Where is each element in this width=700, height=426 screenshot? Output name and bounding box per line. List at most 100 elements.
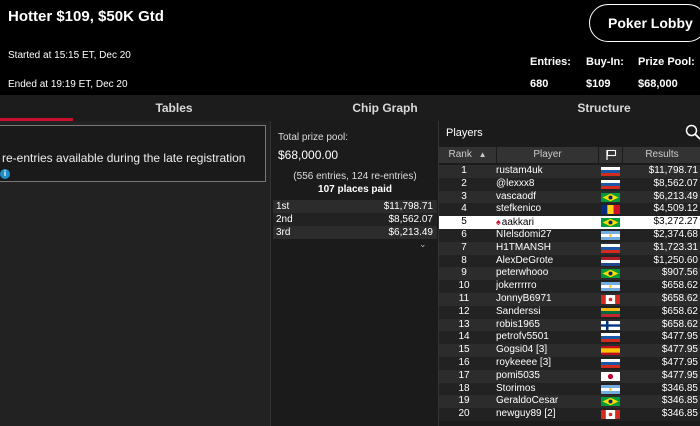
sort-up-icon: ▲ — [478, 150, 487, 159]
payout-row: 3rd $6,213.49 — [273, 226, 437, 239]
player-row[interactable]: 3 vascaodf $6,213.49 — [439, 190, 700, 204]
payout-amount: $8,562.07 — [388, 214, 434, 225]
end-time: Ended at 19:19 ET, Dec 20 — [8, 79, 128, 90]
main-content: re-entries available during the late reg… — [0, 121, 700, 426]
flag-es-icon — [601, 346, 620, 356]
player-row[interactable]: 8 AlexDeGrote $1,250.60 — [439, 254, 700, 268]
flag-ru-icon — [601, 243, 620, 253]
flag-br-icon — [601, 192, 620, 202]
info-icon[interactable]: i — [0, 169, 10, 179]
player-rank: 18 — [458, 382, 470, 394]
player-rank: 14 — [458, 331, 470, 343]
player-row[interactable]: 20 newguy89 [2] $346.85 — [439, 408, 700, 421]
player-result: $8,562.07 — [653, 177, 699, 189]
entries-stat: Entries: 680 — [530, 56, 571, 90]
player-name: GeraldoCesar — [496, 395, 559, 407]
player-row[interactable]: 10 jokerrrrro $658.62 — [439, 280, 700, 293]
player-name: NIelsdomi27 — [496, 228, 552, 240]
player-name: rustam4uk — [496, 165, 543, 176]
player-name-cell: roykeeee [3] — [496, 357, 596, 370]
player-rank: 10 — [458, 280, 470, 292]
player-result: $907.56 — [661, 267, 698, 279]
player-result: $11,798.71 — [648, 165, 698, 176]
player-name-cell: vascaodf — [496, 191, 596, 204]
player-row[interactable]: 1 rustam4uk $11,798.71 — [439, 165, 700, 178]
payout-place: 1st — [276, 201, 290, 212]
player-result: $2,374.68 — [653, 228, 699, 240]
prize-pool-label: Prize Pool: — [638, 56, 695, 68]
player-row[interactable]: 2 @lexxx8 $8,562.07 — [439, 177, 700, 191]
poker-lobby-button[interactable]: Poker Lobby — [589, 4, 700, 42]
tab-chip-graph[interactable]: Chip Graph — [270, 95, 500, 121]
column-flag[interactable] — [599, 147, 622, 163]
player-row[interactable]: 9 peterwhooo $907.56 — [439, 267, 700, 281]
player-result: $346.85 — [661, 382, 698, 394]
player-row[interactable]: 11 JonnyB6971 $658.62 — [439, 292, 700, 306]
payout-table: 1st $11,798.71 2nd $8,562.07 3rd $6,213.… — [273, 200, 437, 239]
player-row[interactable]: 12 Sanderssi $658.62 — [439, 305, 700, 319]
prize-panel: Total prize pool: $68,000.00 (556 entrie… — [270, 121, 438, 426]
column-player[interactable]: Player — [497, 147, 598, 163]
player-name-cell: Storimos — [496, 383, 596, 396]
player-result: $477.95 — [661, 356, 698, 368]
payout-amount: $11,798.71 — [383, 201, 433, 212]
player-name: peterwhooo — [496, 267, 549, 279]
player-row[interactable]: 4 stefkenico $4,509.12 — [439, 203, 700, 217]
total-prize-value: $68,000.00 — [278, 148, 339, 162]
entries-value: 680 — [530, 78, 549, 90]
player-result: $6,213.49 — [653, 190, 699, 202]
search-icon[interactable] — [685, 124, 700, 140]
player-name-cell: rustam4uk — [496, 165, 596, 178]
column-rank[interactable]: Rank ▲ — [439, 147, 496, 163]
tournament-title: Hotter $109, $50K Gtd — [8, 8, 164, 25]
tournament-header: Hotter $109, $50K Gtd Started at 15:15 E… — [0, 0, 700, 95]
player-name: JonnyB6971 — [496, 292, 552, 304]
entries-breakdown: (556 entries, 124 re-entries) — [293, 171, 417, 182]
player-name-cell: NIelsdomi27 — [496, 229, 596, 242]
flag-ar-icon — [601, 230, 620, 240]
flag-br-icon — [601, 397, 620, 407]
player-list: 1 rustam4uk $11,798.71 2 @lexxx8 $8,562.07 3 va… — [439, 165, 700, 421]
player-row[interactable]: 6 NIelsdomi27 $2,374.68 — [439, 228, 700, 242]
player-row[interactable]: 18 Storimos $346.85 — [439, 382, 700, 396]
player-name: aakkari — [501, 217, 535, 229]
player-row[interactable]: 13 robis1965 $658.62 — [439, 318, 700, 332]
player-rank: 9 — [461, 267, 467, 279]
player-rank: 3 — [461, 190, 467, 202]
payout-place: 2nd — [276, 214, 293, 225]
flag-ar-icon — [601, 384, 620, 394]
player-name: stefkenico — [496, 203, 542, 215]
player-result: $3,272.27 — [653, 216, 699, 228]
payout-row: 2nd $8,562.07 — [273, 213, 437, 226]
player-row[interactable]: 16 roykeeee [3] $477.95 — [439, 356, 700, 370]
column-results[interactable]: Results — [623, 147, 700, 163]
player-name-cell: jokerrrrro — [496, 280, 596, 293]
player-row[interactable]: 19 GeraldoCesar $346.85 — [439, 395, 700, 409]
player-row[interactable]: 5 ♠aakkari $3,272.27 — [439, 216, 700, 229]
player-name: petrofv5501 — [496, 331, 549, 343]
player-row[interactable]: 15 Gogsi04 [3] $477.95 — [439, 344, 700, 357]
player-name: Gogsi04 [3] — [496, 344, 548, 356]
payout-row: 1st $11,798.71 — [273, 200, 437, 213]
flag-br-icon — [601, 218, 620, 228]
player-result: $1,250.60 — [653, 254, 699, 266]
tab-structure[interactable]: Structure — [500, 95, 700, 121]
flag-ro-icon — [601, 205, 620, 215]
player-name-cell: robis1965 — [496, 319, 596, 332]
player-name: newguy89 [2] — [496, 408, 556, 420]
spade-icon: ♠ — [496, 217, 501, 228]
player-rank: 12 — [458, 305, 470, 317]
buyin-stat: Buy-In: $109 — [586, 56, 624, 90]
player-result: $477.95 — [661, 369, 698, 381]
flag-jp-icon — [601, 371, 620, 381]
player-row[interactable]: 14 petrofv5501 $477.95 — [439, 331, 700, 345]
player-name-cell: GeraldoCesar — [496, 395, 596, 408]
player-row[interactable]: 7 H1TMANSH $1,723.31 — [439, 241, 700, 255]
player-rank: 15 — [458, 344, 470, 356]
player-rank: 16 — [458, 356, 470, 368]
player-row[interactable]: 17 pomi5035 $477.95 — [439, 369, 700, 383]
player-result: $346.85 — [661, 408, 698, 420]
column-rank-label: Rank — [448, 149, 472, 160]
player-name-cell: @lexxx8 — [496, 178, 596, 191]
chevron-down-icon[interactable]: ⌄ — [419, 239, 427, 250]
